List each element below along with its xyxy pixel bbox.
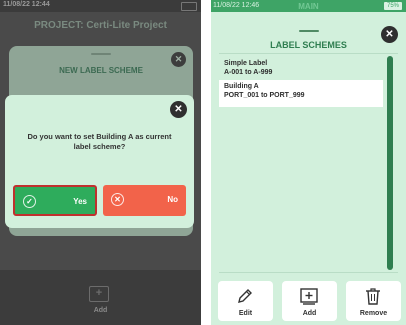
- trash-icon: [366, 288, 380, 305]
- dialog-question: Do you want to set Building A as current…: [27, 132, 172, 151]
- add-icon[interactable]: +: [89, 286, 109, 302]
- list-item-selected[interactable]: Building A PORT_001 to PORT_999: [219, 80, 383, 107]
- add-label: Add: [93, 307, 108, 314]
- scheme-name: Building A: [224, 83, 259, 90]
- scheme-name: Simple Label: [224, 60, 268, 67]
- close-icon[interactable]: ✕: [381, 26, 398, 43]
- status-mode: MAIN: [298, 2, 319, 11]
- no-label: No: [167, 195, 178, 204]
- status-bar: 11/08/22 12:44: [0, 0, 201, 12]
- sheet-title: NEW LABEL SCHEME: [59, 66, 143, 75]
- edit-label: Edit: [238, 310, 253, 317]
- add-icon: [300, 288, 318, 305]
- battery-icon: [181, 2, 197, 11]
- status-bar: 11/08/22 12:46 MAIN 75%: [211, 0, 406, 12]
- sheet-close-icon[interactable]: ✕: [171, 52, 186, 67]
- pencil-icon: [238, 289, 252, 303]
- page-title: LABEL SCHEMES: [270, 40, 347, 50]
- scheme-range: A-001 to A-999: [224, 69, 273, 76]
- confirm-dialog: ✕ Do you want to set Building A as curre…: [5, 95, 194, 228]
- yes-button[interactable]: ✓ Yes: [13, 185, 97, 216]
- no-button[interactable]: ✕ No: [103, 185, 186, 216]
- scrollbar[interactable]: [387, 56, 393, 270]
- left-screen: 11/08/22 12:44 PROJECT: Certi-Lite Proje…: [0, 0, 201, 325]
- check-circle-icon: ✓: [23, 195, 36, 208]
- dialog-close-icon[interactable]: ✕: [170, 101, 187, 118]
- bottom-toolbar: + Add: [0, 270, 201, 325]
- scheme-range: PORT_001 to PORT_999: [224, 92, 305, 99]
- yes-label: Yes: [73, 197, 87, 206]
- remove-button[interactable]: Remove: [346, 281, 401, 321]
- edit-button[interactable]: Edit: [218, 281, 273, 321]
- remove-label: Remove: [359, 310, 388, 317]
- divider: [219, 272, 398, 273]
- add-label: Add: [302, 310, 317, 317]
- add-button[interactable]: Add: [282, 281, 337, 321]
- status-time: 11/08/22 12:44: [3, 1, 50, 8]
- sheet-grab-handle[interactable]: [91, 53, 111, 55]
- sheet-grab-handle[interactable]: [299, 30, 319, 32]
- project-title: PROJECT: Certi-Lite Project: [34, 20, 167, 31]
- battery-indicator: 75%: [383, 2, 402, 10]
- right-screen: 11/08/22 12:46 MAIN 75% LABEL SCHEMES ✕ …: [211, 0, 406, 325]
- x-circle-icon: ✕: [111, 193, 124, 206]
- divider: [219, 53, 398, 54]
